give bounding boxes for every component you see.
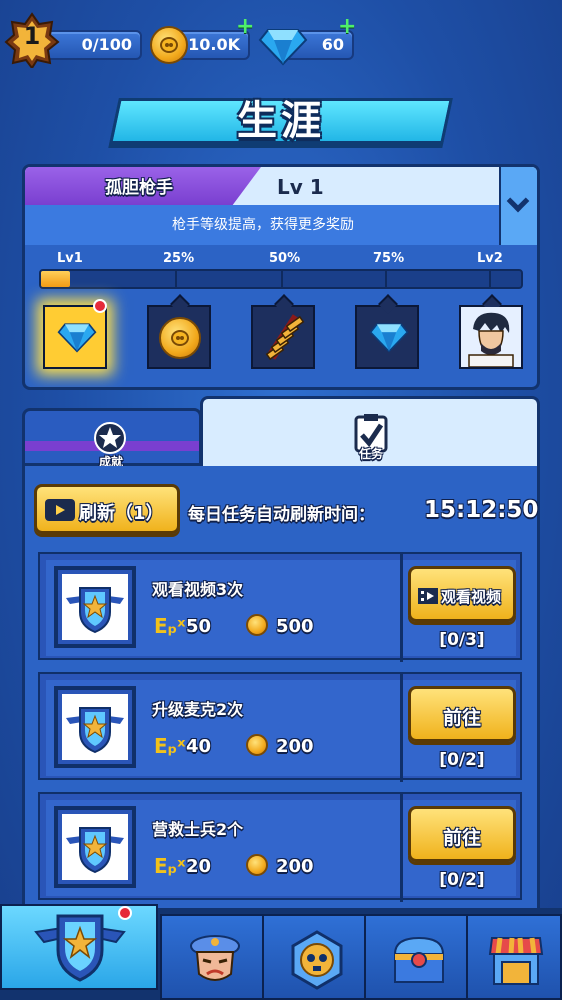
shop-icon bbox=[488, 937, 544, 985]
gem-icon bbox=[57, 323, 97, 353]
task-name: 升级麦克2次 bbox=[152, 700, 244, 719]
reset-timer: 15:12:50 bbox=[424, 497, 539, 523]
treasure-chest-icon bbox=[393, 936, 445, 983]
commander-icon bbox=[190, 935, 240, 981]
task-exp-reward: 20 bbox=[186, 856, 212, 877]
character-portrait-icon bbox=[461, 307, 521, 367]
milestone-label: 25% bbox=[163, 251, 195, 266]
task-icon-box bbox=[54, 566, 136, 648]
milestone-label: 50% bbox=[269, 251, 301, 266]
gem-icon bbox=[369, 323, 409, 353]
refresh-label: 刷新（1） bbox=[79, 503, 164, 524]
nav-commander[interactable] bbox=[160, 914, 266, 1000]
exp-icon: Eₚˣ bbox=[154, 614, 186, 638]
film-icon bbox=[418, 588, 438, 604]
career-progress-fill bbox=[41, 271, 70, 287]
task-gold-reward: 200 bbox=[276, 736, 314, 757]
nav-battle[interactable] bbox=[262, 914, 368, 1000]
career-subtitle: 枪手等级提高，获得更多奖励 bbox=[25, 205, 501, 245]
go-button[interactable]: 前往 bbox=[408, 806, 516, 862]
task-icon-box bbox=[54, 806, 136, 888]
chevron-down-icon bbox=[506, 189, 530, 213]
task-icon-box bbox=[54, 686, 136, 768]
task-name: 营救士兵2个 bbox=[152, 820, 244, 839]
career-progress-bar bbox=[39, 269, 523, 289]
nav-career[interactable] bbox=[0, 904, 158, 990]
milestone-label: Lv2 bbox=[477, 251, 503, 266]
reward-slot-5[interactable] bbox=[459, 294, 523, 369]
add-gold-button[interactable]: + bbox=[236, 14, 254, 39]
go-label: 前往 bbox=[442, 707, 481, 729]
notification-dot bbox=[118, 906, 132, 920]
go-label: 前往 bbox=[442, 827, 481, 849]
rank-shield-icon bbox=[66, 827, 124, 874]
career-rank-icon bbox=[34, 914, 126, 982]
task-row: 观看视频3次 Eₚˣ 50 500 观看视频 [0/3] bbox=[38, 552, 522, 662]
star-medal-icon bbox=[94, 422, 126, 454]
nav-chest[interactable] bbox=[364, 914, 470, 1000]
rank-shield-icon bbox=[66, 587, 124, 634]
task-exp-reward: 50 bbox=[186, 616, 212, 637]
milestone-label: Lv1 bbox=[57, 251, 83, 266]
rank-name: 孤胆枪手 bbox=[105, 178, 173, 198]
tab-tasks-label: 任务 bbox=[359, 447, 384, 461]
reward-slot-1[interactable] bbox=[43, 305, 107, 369]
task-progress: [0/2] bbox=[439, 870, 485, 890]
refresh-button[interactable]: 刷新（1） bbox=[34, 484, 180, 534]
coin-icon bbox=[246, 734, 268, 756]
reward-slot-2[interactable] bbox=[147, 294, 211, 369]
task-progress: [0/3] bbox=[439, 630, 485, 650]
reset-timer-label: 每日任务自动刷新时间： bbox=[188, 505, 375, 525]
player-level: 1 bbox=[23, 22, 41, 50]
expand-button[interactable] bbox=[499, 167, 537, 245]
task-name: 观看视频3次 bbox=[152, 580, 244, 599]
watch-video-label: 观看视频 bbox=[441, 588, 502, 606]
task-gold-reward: 200 bbox=[276, 856, 314, 877]
rank-shield-icon bbox=[66, 707, 124, 754]
watch-video-button[interactable]: 观看视频 bbox=[408, 566, 516, 622]
career-level: Lv 1 bbox=[277, 175, 324, 199]
page-title: 生涯 bbox=[237, 98, 325, 144]
career-progress-panel: 孤胆枪手 Lv 1 枪手等级提高，获得更多奖励 Lv1 25% 50% 75% … bbox=[22, 164, 540, 390]
add-gems-button[interactable]: + bbox=[338, 14, 356, 39]
coin-icon bbox=[159, 317, 201, 359]
go-button[interactable]: 前往 bbox=[408, 686, 516, 742]
task-gold-reward: 500 bbox=[276, 616, 314, 637]
exp-icon: Eₚˣ bbox=[154, 854, 186, 878]
task-row: 营救士兵2个 Eₚˣ 20 200 前往 [0/2] bbox=[38, 792, 522, 902]
skull-badge-icon bbox=[291, 930, 343, 990]
gold-value: 10.0K bbox=[188, 35, 240, 54]
exp-value: 0/100 bbox=[81, 35, 132, 54]
tab-tasks[interactable]: 任务 bbox=[200, 396, 540, 470]
task-row: 升级麦克2次 Eₚˣ 40 200 前往 [0/2] bbox=[38, 672, 522, 782]
coin-icon bbox=[246, 854, 268, 876]
tab-achievement[interactable]: 成就 bbox=[22, 408, 202, 469]
video-icon bbox=[45, 499, 75, 521]
coin-icon bbox=[150, 26, 188, 64]
gem-icon bbox=[258, 29, 308, 66]
reward-slot-4[interactable] bbox=[355, 294, 419, 369]
task-progress: [0/2] bbox=[439, 750, 485, 770]
exp-icon: Eₚˣ bbox=[154, 734, 186, 758]
nav-shop[interactable] bbox=[466, 914, 562, 1000]
task-exp-reward: 40 bbox=[186, 736, 212, 757]
player-level-badge[interactable]: 1 bbox=[4, 12, 60, 70]
ammo-belt-icon bbox=[265, 314, 305, 361]
reward-slot-3[interactable] bbox=[251, 294, 315, 369]
notification-dot bbox=[93, 299, 107, 313]
milestone-label: 75% bbox=[373, 251, 405, 266]
coin-icon bbox=[246, 614, 268, 636]
